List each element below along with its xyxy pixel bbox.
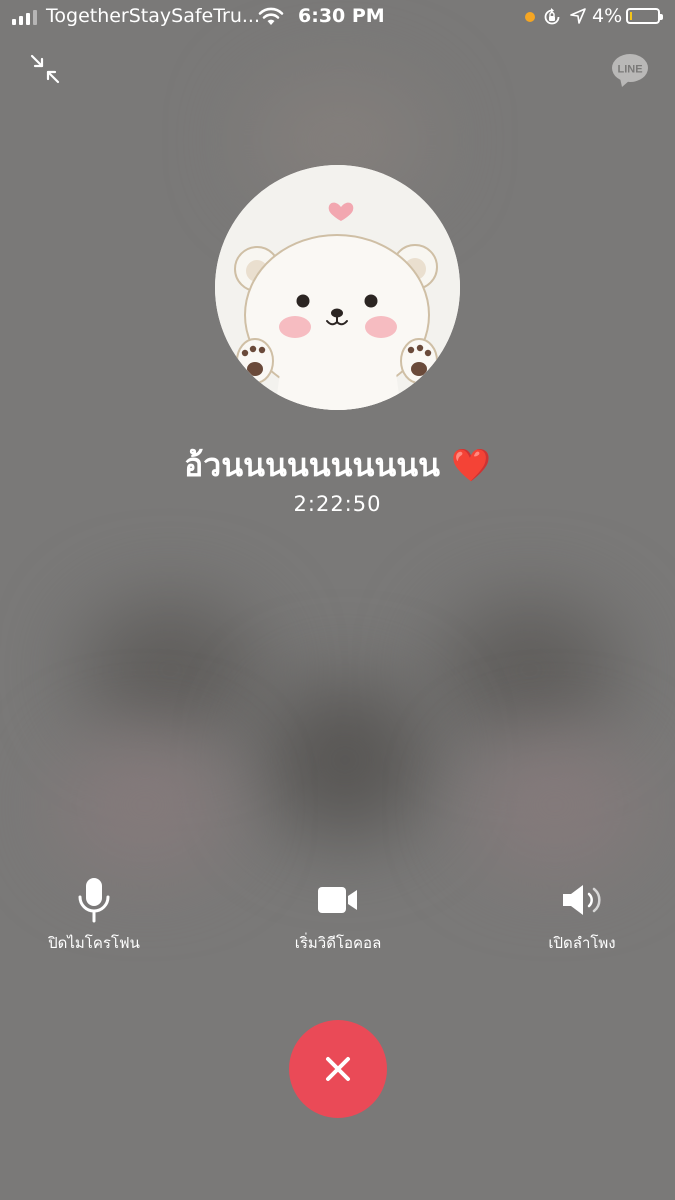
line-logo-text: LINE (617, 64, 642, 76)
video-camera-icon (318, 887, 357, 913)
line-logo-icon: LINE (612, 54, 648, 87)
microphone-icon (78, 878, 110, 923)
speaker-button[interactable]: เปิดลำโพง (502, 876, 662, 955)
orientation-lock-icon (544, 8, 560, 25)
mute-microphone-button[interactable]: ปิดไมโครโฟน (14, 876, 174, 955)
orange-dot-indicator (525, 12, 535, 22)
call-duration: 2:22:50 (293, 492, 382, 516)
video-label: เริ่มวิดีโอคอล (294, 934, 382, 952)
contact-avatar (215, 165, 460, 410)
speaker-icon (563, 885, 601, 915)
close-icon (326, 1057, 350, 1081)
battery-icon (626, 8, 663, 24)
end-call-button[interactable] (289, 1020, 387, 1118)
speaker-label: เปิดลำโพง (548, 934, 616, 952)
mute-label: ปิดไมโครโฟน (48, 934, 140, 952)
start-video-call-button[interactable]: เริ่มวิดีโอคอล (258, 876, 418, 955)
battery-percent: 4% (592, 5, 623, 27)
status-bar: TogetherStaySafeTru... 6:30 PM 4% (0, 0, 675, 34)
bear-illustration (215, 165, 460, 410)
signal-icon (12, 9, 37, 25)
wifi-icon (258, 7, 284, 25)
audio-waveform (284, 559, 390, 609)
contact-name: อ้วนนนนนนนนนน ❤️ (0, 440, 675, 491)
contact-name-text: อ้วนนนนนนนนนน (184, 446, 440, 484)
carrier-name: TogetherStaySafeTru... (46, 5, 261, 27)
status-time: 6:30 PM (298, 5, 385, 27)
collapse-arrows-icon[interactable] (28, 52, 62, 86)
heart-emoji: ❤️ (451, 446, 491, 484)
location-arrow-icon (570, 8, 586, 24)
